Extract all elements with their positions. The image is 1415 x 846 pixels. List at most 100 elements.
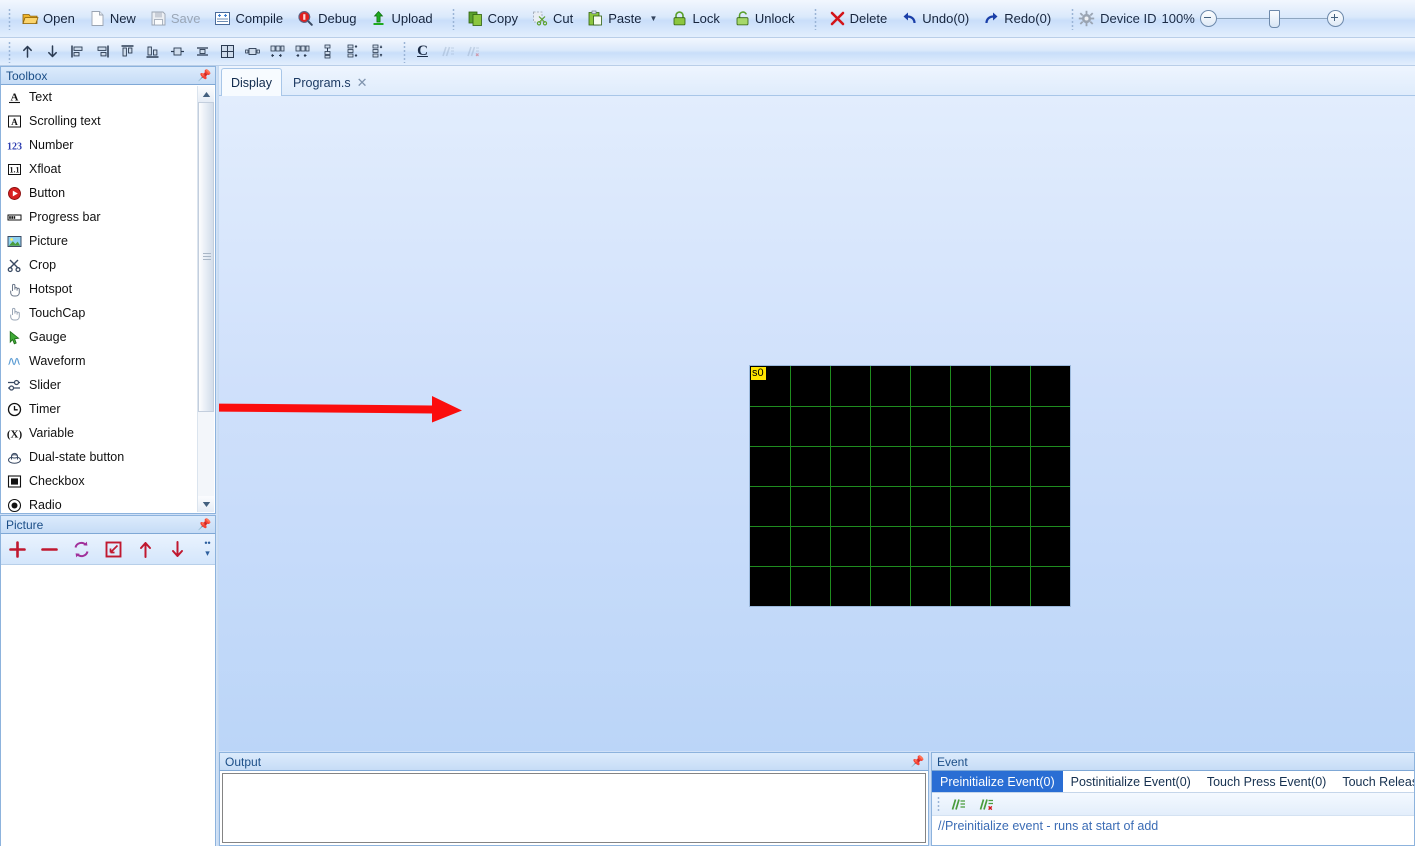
redo-button[interactable]: Redo(0) [976,4,1058,34]
uncomment-lines-button[interactable] [972,793,1000,815]
grid-arrange-button[interactable] [215,39,240,65]
screen-label[interactable]: s0 [751,367,766,380]
picture-toolbar-overflow-button[interactable]: •• ▾ [201,535,214,561]
compile-button[interactable]: Compile [207,4,290,34]
decrease-vgap-button[interactable] [340,39,365,65]
toolbox-item-waveform[interactable]: Waveform [1,349,193,373]
add-comment-button[interactable] [435,39,460,65]
tab-programs[interactable]: Program.s ✕ [283,68,378,96]
decrease-hgap-button[interactable] [265,39,290,65]
align-top-button[interactable] [115,39,140,65]
toolbar-grip[interactable] [7,7,11,30]
remove-comment-button[interactable] [460,39,485,65]
device-screen-preview[interactable]: s0 [749,365,1071,607]
toolbox-item-variable[interactable]: (X) Variable [1,421,193,445]
toolbox-item-hotspot[interactable]: Hotspot [1,277,193,301]
move-down-button[interactable] [40,39,65,65]
event-tab-touch-press[interactable]: Touch Press Event(0) [1199,771,1335,792]
toolbox-item-touchcap[interactable]: TouchCap [1,301,193,325]
gear-icon[interactable] [1078,10,1095,27]
save-button[interactable]: Save [143,4,208,34]
delete-label: Delete [849,11,888,26]
toolbar-grip[interactable] [451,7,456,30]
increase-vgap-button[interactable] [365,39,390,65]
toolbar-group-device: Device ID 100% [1063,0,1349,37]
toolbox-scrollbar[interactable] [197,86,214,512]
align-right-button[interactable] [90,39,115,65]
copy-button[interactable]: Copy [460,4,525,34]
undo-button[interactable]: Undo(0) [894,4,976,34]
number-icon: 123 [7,141,22,152]
same-width-button[interactable] [240,39,265,65]
toolbox-item-radio[interactable]: Radio [1,493,193,513]
toolbox-pin-button[interactable]: 📌 [198,70,212,82]
toolbox-item-picture[interactable]: Picture [1,229,193,253]
zoom-slider-thumb[interactable] [1268,10,1280,28]
cut-button[interactable]: Cut [525,4,580,34]
toolbox-item-number[interactable]: 123 Number [1,133,193,157]
design-canvas[interactable]: s0 [219,96,1415,751]
comment-lines-button[interactable] [944,793,972,815]
toolbar-grip[interactable] [402,40,406,63]
toolbox-item-gauge[interactable]: Gauge [1,325,193,349]
toolbox-item-label: Hotspot [29,281,73,296]
same-height-button[interactable] [315,39,340,65]
output-text[interactable] [222,773,926,843]
move-up-button[interactable] [15,39,40,65]
unlock-button[interactable]: Unlock [727,4,802,34]
paste-button[interactable]: Paste ▼ [580,4,664,34]
toolbar-grip[interactable] [813,7,818,30]
align-bottom-button[interactable] [140,39,165,65]
toolbox-item-scrolling-text[interactable]: A Scrolling text [1,109,193,133]
upload-button[interactable]: Upload [363,4,439,34]
undo-icon [903,12,916,24]
chevron-down-icon[interactable]: ▼ [650,14,658,23]
picture-pin-button[interactable]: 📌 [198,519,212,531]
scroll-down-arrow-icon[interactable] [198,496,214,512]
event-tab-touch-release[interactable]: Touch Release E [1334,771,1414,792]
delete-button[interactable]: Delete [822,4,895,34]
toolbar-grip[interactable] [1070,7,1075,30]
event-toolbar-grip[interactable] [936,796,940,812]
toolbox-item-dual-state-button[interactable]: Dual-state button [1,445,193,469]
move-down-picture-button[interactable] [161,534,193,564]
picture-list[interactable] [1,565,215,846]
close-icon[interactable]: ✕ [357,76,368,89]
move-up-picture-button[interactable] [129,534,161,564]
zoom-out-button[interactable] [1199,10,1217,27]
increase-hgap-button[interactable] [290,39,315,65]
event-tab-preinitialize[interactable]: Preinitialize Event(0) [932,771,1063,792]
toolbox-item-slider[interactable]: Slider [1,373,193,397]
toolbox-item-xfloat[interactable]: 1.1 Xfloat [1,157,193,181]
scroll-up-arrow-icon[interactable] [198,86,214,102]
align-center-vertical-button[interactable] [165,39,190,65]
tab-display[interactable]: Display [221,68,282,96]
toolbox-item-label: Waveform [29,353,86,368]
zoom-slider-track[interactable] [1216,10,1327,28]
toolbox-item-button[interactable]: Button [1,181,193,205]
align-center-horizontal-button[interactable] [190,39,215,65]
lock-button[interactable]: Lock [664,4,726,34]
add-picture-button[interactable] [1,534,33,564]
toolbar-grip[interactable] [7,40,11,63]
event-code-line[interactable]: //Preinitialize event - runs at start of… [932,816,1414,833]
debug-label: Debug [318,11,357,26]
debug-button[interactable]: Debug [290,4,363,34]
remove-picture-button[interactable] [33,534,65,564]
refresh-picture-button[interactable] [65,534,97,564]
open-button[interactable]: Open [15,4,82,34]
main-toolbar: Open New Save Compile Debug Upload Copy … [0,0,1415,38]
toolbox-item-checkbox[interactable]: Checkbox [1,469,193,493]
new-button[interactable]: New [82,4,143,34]
zoom-in-button[interactable] [1326,10,1344,27]
toolbox-item-crop[interactable]: Crop [1,253,193,277]
toolbox-item-progress-bar[interactable]: Progress bar [1,205,193,229]
comment-code-button[interactable]: C [410,39,435,65]
toolbox-item-timer[interactable]: Timer [1,397,193,421]
edit-picture-button[interactable] [97,534,129,564]
event-tab-postinitialize[interactable]: Postinitialize Event(0) [1063,771,1199,792]
toolbox-item-text[interactable]: A Text [1,85,193,109]
toolbox-scrollbar-thumb[interactable] [198,102,214,412]
output-pin-button[interactable]: 📌 [911,756,925,768]
align-left-button[interactable] [65,39,90,65]
